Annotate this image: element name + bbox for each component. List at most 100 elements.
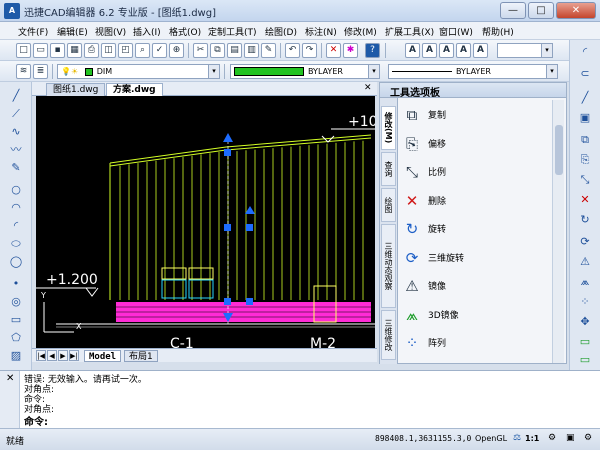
opengl-indicator[interactable]: OpenGL xyxy=(475,434,507,443)
text-style-icon[interactable]: A xyxy=(405,43,420,58)
palette-scroll-thumb[interactable] xyxy=(555,125,563,175)
palette-item-offset[interactable]: ⎘ 偏移 xyxy=(402,132,552,156)
spell-check-icon[interactable]: ✓ xyxy=(152,43,167,58)
paste-icon[interactable]: ▤ xyxy=(227,43,242,58)
ortho-icon[interactable]: ◜ xyxy=(577,44,593,60)
rotate-icon[interactable]: ↻ xyxy=(577,212,593,228)
settings-icon[interactable]: ⚙ xyxy=(584,433,592,443)
polyline-icon[interactable]: ⟋ xyxy=(8,106,24,122)
close-doc-icon[interactable]: ✕ xyxy=(364,83,372,93)
palette-tab-3d-orbit[interactable]: 三维动态观察 xyxy=(381,224,396,308)
layer-combo[interactable]: 💡☀ DIM ▾ xyxy=(57,64,220,79)
match-properties-icon[interactable]: ✎ xyxy=(261,43,276,58)
spline-icon[interactable]: 〰 xyxy=(8,142,24,158)
circle-icon[interactable]: ○ xyxy=(8,182,24,198)
save-all-icon[interactable]: ▦ xyxy=(67,43,82,58)
open-icon[interactable]: ▭ xyxy=(33,43,48,58)
move-icon[interactable]: ✥ xyxy=(577,314,593,330)
zoom-icon[interactable]: ⊕ xyxy=(169,43,184,58)
tab-model[interactable]: Model xyxy=(84,350,122,362)
layer-states-icon[interactable]: ≣ xyxy=(33,64,48,79)
palette-item-3d-mirror[interactable]: ⩕ 3D镜像 xyxy=(402,303,552,327)
tab-layout1[interactable]: 布局1 xyxy=(124,350,158,362)
mirror-icon[interactable]: ⚠ xyxy=(577,254,593,270)
tab-plan[interactable]: 方案.dwg xyxy=(106,83,163,96)
arc-3pt-icon[interactable]: ◜ xyxy=(8,218,24,234)
zoom-window-icon[interactable]: ⊂ xyxy=(577,66,593,82)
rectangle-icon[interactable]: ▭ xyxy=(8,312,24,328)
single-text-icon[interactable]: A xyxy=(422,43,437,58)
menu-format[interactable]: 格式(O) xyxy=(169,25,201,38)
workspace-icon[interactable]: ⚙ xyxy=(548,433,556,443)
palette-item-copy[interactable]: ⧉ 复制 xyxy=(402,103,552,127)
menu-insert[interactable]: 插入(I) xyxy=(133,25,161,38)
menu-dimension[interactable]: 标注(N) xyxy=(305,25,337,38)
first-tab-button[interactable]: |◀ xyxy=(36,350,46,361)
undo-icon[interactable]: ↶ xyxy=(285,43,300,58)
ellipse-arc-icon[interactable]: ◯ xyxy=(8,254,24,270)
menu-modify[interactable]: 修改(M) xyxy=(344,25,377,38)
command-prompt[interactable]: 命令: xyxy=(24,413,48,428)
menu-edit[interactable]: 编辑(E) xyxy=(57,25,88,38)
palette-tab-3d-modify[interactable]: 三维修改 xyxy=(381,310,396,360)
cut-icon[interactable]: ✂ xyxy=(193,43,208,58)
ellipse-icon[interactable]: ⬭ xyxy=(8,236,24,252)
line-icon[interactable]: ╱ xyxy=(577,90,593,106)
menu-file[interactable]: 文件(F) xyxy=(18,25,48,38)
arc-icon[interactable]: ◠ xyxy=(8,200,24,216)
print-preview-icon[interactable]: ◫ xyxy=(101,43,116,58)
prev-tab-button[interactable]: ◀ xyxy=(47,350,57,361)
palette-item-mirror[interactable]: ⚠ 镜像 xyxy=(402,274,552,298)
point-icon[interactable]: • xyxy=(8,276,24,292)
palette-item-array[interactable]: ⁘ 阵列 xyxy=(402,331,552,355)
donut-icon[interactable]: ◎ xyxy=(8,294,24,310)
redo-icon[interactable]: ↷ xyxy=(302,43,317,58)
3d-mirror-icon[interactable]: ⩕ xyxy=(577,274,593,290)
publish-icon[interactable]: ◰ xyxy=(118,43,133,58)
hatch-icon[interactable]: ▨ xyxy=(8,348,24,364)
lock-icon[interactable]: ▣ xyxy=(577,110,593,126)
clipboard-icon[interactable]: ▥ xyxy=(244,43,259,58)
delete-icon[interactable]: ✕ xyxy=(326,43,341,58)
maximize-button[interactable]: □ xyxy=(528,2,554,19)
annotation-scale[interactable]: 1:1 xyxy=(525,434,539,443)
palette-item-erase[interactable]: ✕ 删除 xyxy=(402,189,552,213)
save-icon[interactable]: ▪ xyxy=(50,43,65,58)
palette-tab-modify[interactable]: 修改(M) xyxy=(381,106,396,150)
help-icon[interactable]: ? xyxy=(365,43,380,58)
menu-help[interactable]: 帮助(H) xyxy=(482,25,514,38)
tab-drawing1[interactable]: 图纸1.dwg xyxy=(46,83,106,96)
scale-icon[interactable]: ⤡ xyxy=(577,172,593,188)
drawing-canvas[interactable]: +1.200 +10. Y X C-1 M-2 xyxy=(36,96,375,348)
clean-screen-icon[interactable]: ▣ xyxy=(566,433,575,443)
menu-window[interactable]: 窗口(W) xyxy=(439,25,473,38)
palette-item-rotate[interactable]: ↻ 旋转 xyxy=(402,217,552,241)
line-icon[interactable]: ╱ xyxy=(8,88,24,104)
multiline-text-icon[interactable]: A xyxy=(439,43,454,58)
palette-scrollbar[interactable] xyxy=(552,100,564,363)
linetype-combo[interactable]: BYLAYER ▾ xyxy=(388,64,558,79)
new-icon[interactable]: □ xyxy=(16,43,31,58)
stretch-icon[interactable]: ▭ xyxy=(577,334,593,350)
menu-tools[interactable]: 定制工具(T) xyxy=(208,25,257,38)
trim-icon[interactable]: ▭ xyxy=(577,352,593,368)
purge-icon[interactable]: ✱ xyxy=(343,43,358,58)
find-icon[interactable]: ⌕ xyxy=(135,43,150,58)
menu-draw[interactable]: 绘图(D) xyxy=(265,25,297,38)
menu-extend[interactable]: 扩展工具(X) xyxy=(385,25,434,38)
close-button[interactable]: ✕ xyxy=(556,2,596,19)
next-tab-button[interactable]: ▶ xyxy=(58,350,68,361)
pencil-icon[interactable]: ✎ xyxy=(8,160,24,176)
copy-icon[interactable]: ⧉ xyxy=(210,43,225,58)
find-text-icon[interactable]: A xyxy=(473,43,488,58)
palette-tab-query[interactable]: 查询 xyxy=(381,152,396,186)
edit-text-icon[interactable]: A xyxy=(456,43,471,58)
erase-icon[interactable]: ✕ xyxy=(577,192,593,208)
last-tab-button[interactable]: ▶| xyxy=(69,350,79,361)
palette-tab-draw[interactable]: 绘图 xyxy=(381,188,396,222)
palette-item-scale[interactable]: ⤡ 比例 xyxy=(402,160,552,184)
polygon-icon[interactable]: ⬠ xyxy=(8,330,24,346)
copy-icon[interactable]: ⧉ xyxy=(577,132,593,148)
color-combo[interactable]: BYLAYER ▾ xyxy=(230,64,380,79)
menu-view[interactable]: 视图(V) xyxy=(95,25,126,38)
